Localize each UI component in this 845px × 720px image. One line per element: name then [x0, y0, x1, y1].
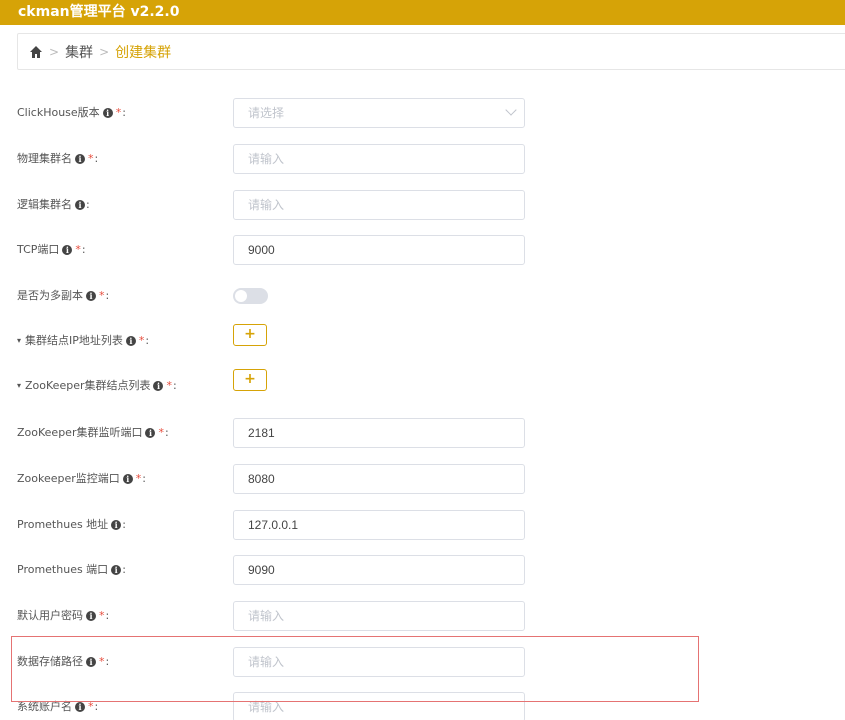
field-label: TCP端口 i *: [17, 235, 86, 265]
field-label[interactable]: ▾ ZooKeeper集群结点列表 i *: [17, 371, 177, 401]
form-row-clickhouse-version: ClickHouse版本 i *: 请选择 [0, 98, 845, 128]
field-label: Promethues 地址 i: [17, 510, 126, 540]
required-mark: * [99, 289, 105, 302]
label-colon: : [122, 518, 126, 531]
tcp-port-input[interactable]: 9000 [233, 235, 525, 265]
default-password-input[interactable]: 请输入 [233, 601, 525, 631]
field-label-text: ZooKeeper集群监听端口 [17, 426, 143, 439]
field-label: ZooKeeper集群监听端口 i *: [17, 418, 169, 448]
system-account-name-input[interactable]: 请输入 [233, 692, 525, 720]
field-label-text: Promethues 端口 [17, 563, 109, 576]
logic-cluster-name-input[interactable]: 请输入 [233, 190, 525, 220]
field-label[interactable]: ▾ 集群结点IP地址列表 i *: [17, 326, 149, 356]
add-node-ip-button[interactable]: + [233, 324, 267, 346]
required-mark: * [88, 700, 94, 713]
form-row-zookeeper-port: ZooKeeper集群监听端口 i *: 2181 [0, 418, 845, 448]
field-label: 逻辑集群名 i: [17, 190, 90, 220]
label-colon: : [94, 152, 99, 165]
field-label-text: Promethues 地址 [17, 518, 109, 531]
field-label-text: 系统账户名 [17, 700, 72, 713]
label-colon: : [164, 426, 169, 439]
info-icon[interactable]: i [111, 520, 122, 530]
field-label-text: 是否为多副本 [17, 289, 83, 302]
field-label: 物理集群名 i *: [17, 144, 98, 174]
label-colon: : [142, 472, 146, 485]
field-label-text: TCP端口 [17, 243, 60, 256]
info-icon[interactable]: i [86, 291, 96, 301]
required-mark: * [88, 152, 94, 165]
field-label-text: ZooKeeper集群结点列表 [25, 379, 151, 392]
field-label-text: Zookeeper监控端口 [17, 472, 120, 485]
field-label: 系统账户名 i *: [17, 692, 98, 720]
zookeeper-status-port-input[interactable]: 8080 [233, 464, 525, 494]
info-icon[interactable]: i [75, 200, 85, 210]
field-label-text: 集群结点IP地址列表 [25, 334, 123, 347]
multi-replica-toggle[interactable] [233, 288, 268, 304]
field-label-text: ClickHouse版本 [17, 106, 100, 119]
prometheus-host-input[interactable]: 127.0.0.1 [233, 510, 525, 540]
info-icon[interactable]: i [75, 702, 85, 712]
form-row-prometheus-port: Promethues 端口 i: 9090 [0, 555, 845, 585]
required-mark: * [135, 472, 142, 485]
field-label: Promethues 端口 i: [17, 555, 126, 585]
field-label-text: 默认用户密码 [17, 609, 83, 622]
form-row-default-user-password: 默认用户密码 i *: 请输入 [0, 601, 845, 631]
field-label: 默认用户密码 i *: [17, 601, 109, 631]
clickhouse-version-select[interactable]: 请选择 [233, 98, 525, 128]
form-row-prometheus-host: Promethues 地址 i: 127.0.0.1 [0, 510, 845, 540]
field-label: 数据存储路径 i *: [17, 647, 109, 677]
info-icon[interactable]: i [86, 657, 96, 667]
label-colon: : [105, 609, 110, 622]
field-label-text: 物理集群名 [17, 152, 72, 165]
caret-down-icon[interactable]: ▾ [17, 371, 21, 401]
form-row-logic-cluster-name: 逻辑集群名 i: 请输入 [0, 190, 845, 220]
required-mark: * [138, 334, 145, 347]
data-storage-path-input[interactable]: 请输入 [233, 647, 525, 677]
info-icon[interactable]: i [102, 108, 113, 118]
form-row-multi-replica: 是否为多副本 i *: [0, 281, 845, 311]
create-cluster-form: ClickHouse版本 i *: 请选择 物理集群名 i *: 请输入 逻辑集群名 i:… [0, 0, 845, 720]
required-mark: * [158, 426, 164, 439]
info-icon[interactable]: i [153, 381, 164, 391]
prometheus-port-input[interactable]: 9090 [233, 555, 525, 585]
label-colon: : [86, 198, 90, 211]
label-colon: : [122, 563, 126, 576]
zookeeper-port-input[interactable]: 2181 [233, 418, 525, 448]
add-zookeeper-node-button[interactable]: + [233, 369, 267, 391]
form-row-physical-cluster-name: 物理集群名 i *: 请输入 [0, 144, 845, 174]
form-row-zookeeper-node-list: ▾ ZooKeeper集群结点列表 i *: + [0, 369, 845, 401]
required-mark: * [99, 655, 105, 668]
info-icon[interactable]: i [122, 474, 133, 484]
field-label: 是否为多副本 i *: [17, 281, 109, 311]
info-icon[interactable]: i [86, 611, 96, 621]
field-label: Zookeeper监控端口 i *: [17, 464, 146, 494]
field-label: ClickHouse版本 i *: [17, 98, 126, 128]
required-mark: * [75, 243, 81, 256]
form-row-system-account-name: 系统账户名 i *: 请输入 [0, 692, 845, 720]
label-colon: : [122, 106, 126, 119]
toggle-knob [235, 290, 247, 302]
form-row-tcp-port: TCP端口 i *: 9000 [0, 235, 845, 265]
label-colon: : [81, 243, 86, 256]
required-mark: * [99, 609, 105, 622]
info-icon[interactable]: i [145, 428, 156, 438]
form-row-data-storage-path: 数据存储路径 i *: 请输入 [0, 647, 845, 677]
info-icon[interactable]: i [125, 336, 136, 346]
label-colon: : [145, 334, 150, 347]
field-label-text: 数据存储路径 [17, 655, 83, 668]
form-row-zookeeper-status-port: Zookeeper监控端口 i *: 8080 [0, 464, 845, 494]
form-row-cluster-node-ip-list: ▾ 集群结点IP地址列表 i *: + [0, 324, 845, 356]
field-label-text: 逻辑集群名 [17, 198, 72, 211]
required-mark: * [166, 379, 172, 392]
label-colon: : [172, 379, 177, 392]
info-icon[interactable]: i [111, 565, 122, 575]
info-icon[interactable]: i [62, 245, 73, 255]
label-colon: : [105, 289, 110, 302]
label-colon: : [105, 655, 110, 668]
required-mark: * [115, 106, 122, 119]
label-colon: : [94, 700, 99, 713]
caret-down-icon[interactable]: ▾ [17, 326, 21, 356]
physical-cluster-name-input[interactable]: 请输入 [233, 144, 525, 174]
info-icon[interactable]: i [75, 154, 85, 164]
